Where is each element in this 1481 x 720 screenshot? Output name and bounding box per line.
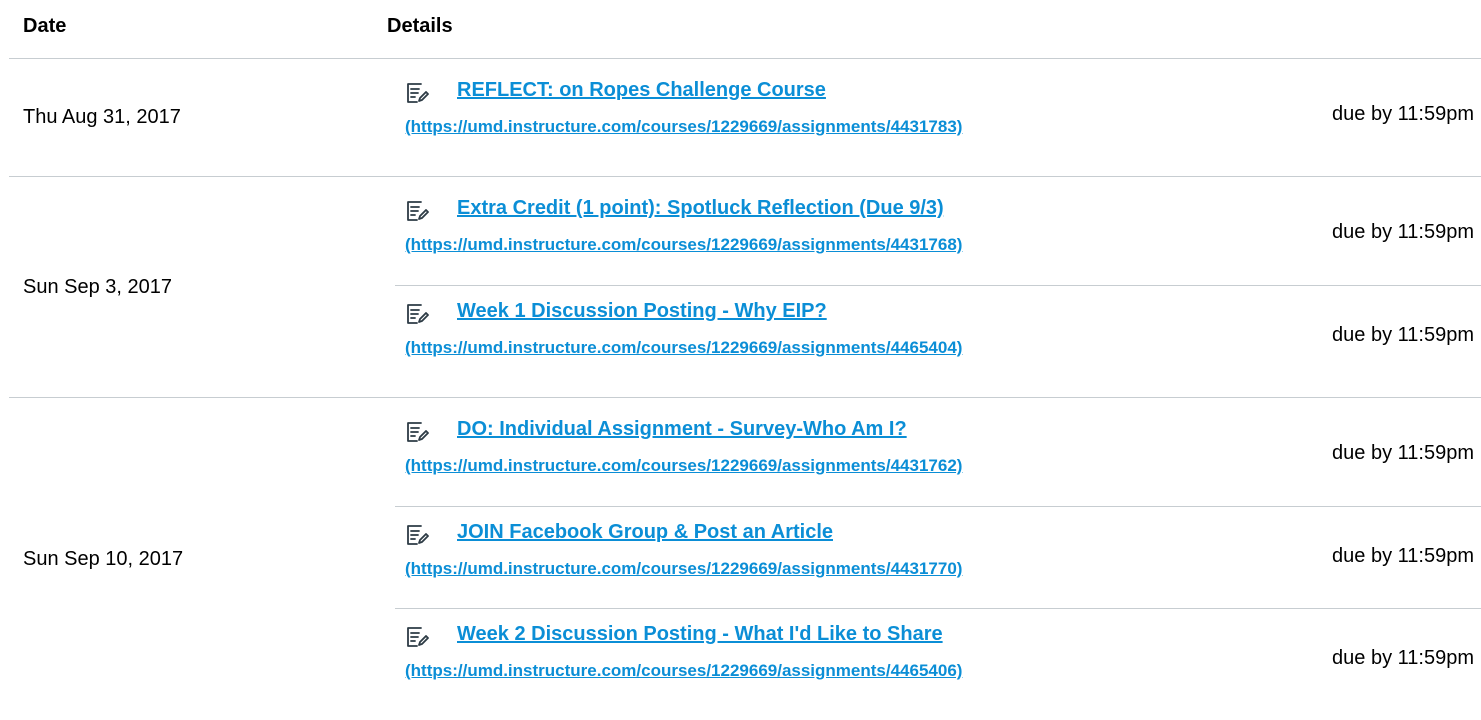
assignment-icon: [405, 420, 429, 444]
date-cell: Sun Sep 3, 2017: [23, 275, 173, 298]
assignment-url-link[interactable]: (https://umd.instructure.com/courses/122…: [405, 338, 962, 358]
assignment-url-link[interactable]: (https://umd.instructure.com/courses/122…: [405, 117, 962, 137]
syllabus-table: Date Details Thu Aug 31, 2017 REFLECT: o…: [9, 0, 1481, 720]
assignment-title-link[interactable]: REFLECT: on Ropes Challenge Course: [457, 79, 826, 102]
date-cell: Sun Sep 10, 2017: [23, 547, 184, 570]
assignment-row: Week 2 Discussion Posting - What I'd Lik…: [395, 608, 1481, 710]
assignment-row: DO: Individual Assignment - Survey-Who A…: [395, 404, 1481, 506]
assignment-url-link[interactable]: (https://umd.instructure.com/courses/122…: [405, 559, 962, 579]
assignment-icon: [405, 199, 429, 223]
assignment-url-link[interactable]: (https://umd.instructure.com/courses/122…: [405, 661, 962, 681]
assignment-url-link[interactable]: (https://umd.instructure.com/courses/122…: [405, 456, 962, 476]
table-header: Date Details: [9, 0, 1481, 58]
assignment-row: Extra Credit (1 point): Spotluck Reflect…: [395, 183, 1481, 285]
assignment-row: Week 1 Discussion Posting - Why EIP? (ht…: [395, 285, 1481, 387]
assignment-list: Extra Credit (1 point): Spotluck Reflect…: [395, 183, 1481, 387]
assignment-icon: [405, 523, 429, 547]
date-group: Sun Sep 10, 2017 DO: Individual Assignme…: [9, 397, 1481, 720]
assignment-title-link[interactable]: Week 1 Discussion Posting - Why EIP?: [457, 300, 827, 323]
assignment-list: REFLECT: on Ropes Challenge Course (http…: [395, 65, 1481, 167]
date-column-header: Date: [23, 15, 67, 37]
assignment-title-link[interactable]: Week 2 Discussion Posting - What I'd Lik…: [457, 623, 943, 646]
date-group: Thu Aug 31, 2017 REFLECT: on Ropes Chall…: [9, 58, 1481, 176]
assignment-icon: [405, 625, 429, 649]
due-time: due by 11:59pm: [1332, 442, 1474, 464]
date-cell: Thu Aug 31, 2017: [23, 106, 181, 128]
assignment-row: REFLECT: on Ropes Challenge Course (http…: [395, 65, 1481, 167]
assignment-url-link[interactable]: (https://umd.instructure.com/courses/122…: [405, 235, 962, 255]
due-time: due by 11:59pm: [1332, 545, 1474, 567]
due-time: due by 11:59pm: [1332, 221, 1474, 243]
due-time: due by 11:59pm: [1332, 647, 1474, 669]
assignment-title-link[interactable]: JOIN Facebook Group & Post an Article: [457, 521, 833, 544]
assignment-title-link[interactable]: Extra Credit (1 point): Spotluck Reflect…: [457, 197, 944, 220]
assignment-title-link[interactable]: DO: Individual Assignment - Survey-Who A…: [457, 418, 907, 441]
due-time: due by 11:59pm: [1332, 103, 1474, 125]
assignment-list: DO: Individual Assignment - Survey-Who A…: [395, 404, 1481, 710]
assignment-icon: [405, 302, 429, 326]
date-group: Sun Sep 3, 2017 Extra Credit (1 point): …: [9, 176, 1481, 397]
assignment-row: JOIN Facebook Group & Post an Article (h…: [395, 506, 1481, 608]
details-column-header: Details: [387, 15, 453, 37]
assignment-icon: [405, 81, 429, 105]
due-time: due by 11:59pm: [1332, 324, 1474, 346]
